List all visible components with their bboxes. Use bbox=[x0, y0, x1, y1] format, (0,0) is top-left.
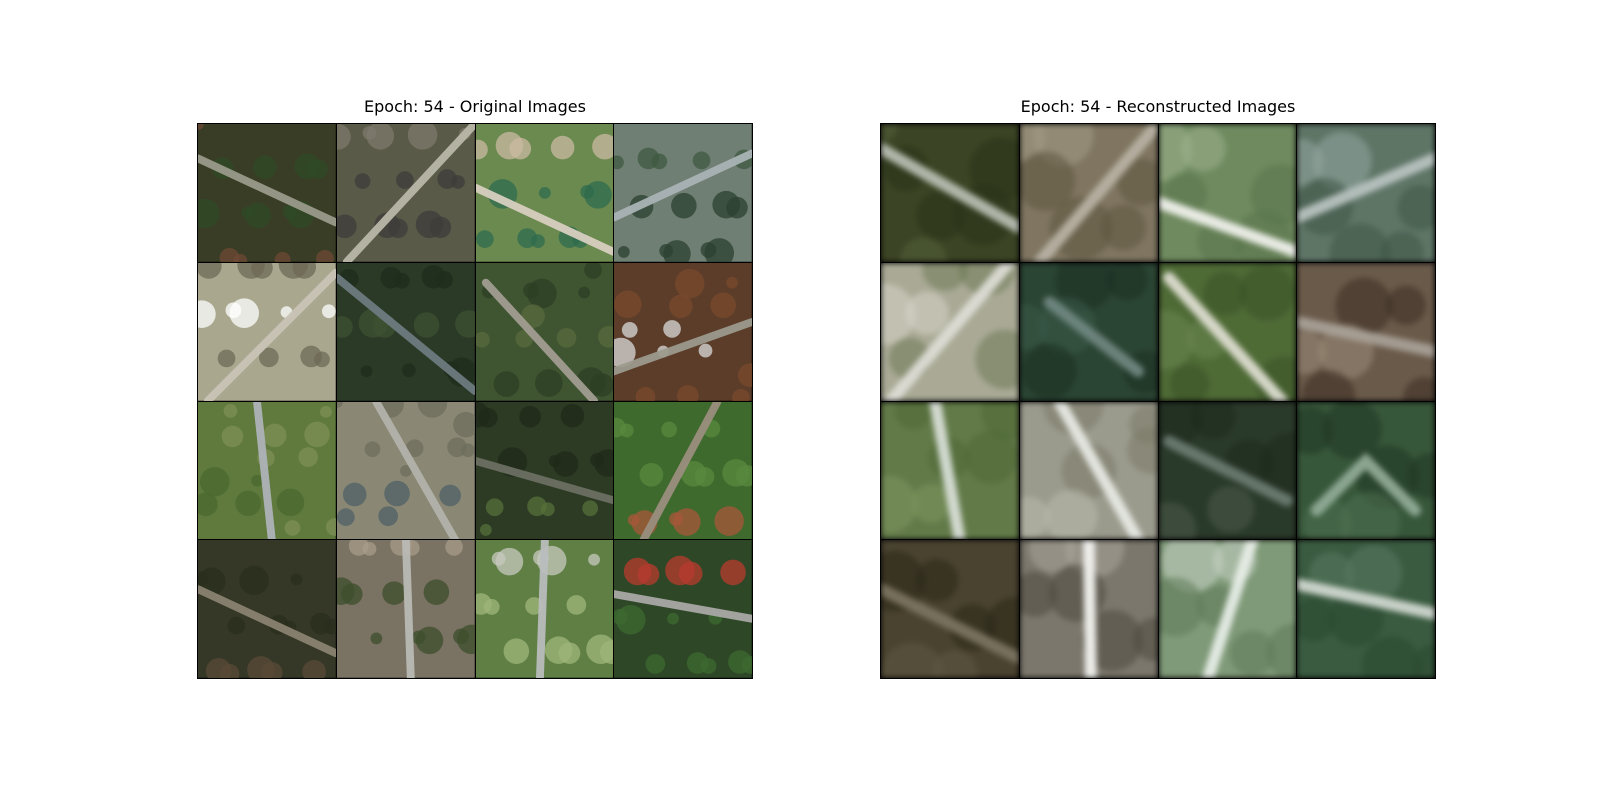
original-image-tile-6 bbox=[336, 262, 475, 401]
reconstructed-image-tile-9 bbox=[881, 401, 1019, 540]
original-image-tile-11 bbox=[475, 401, 614, 540]
reconstructed-image-tile-13 bbox=[881, 540, 1019, 678]
original-image-tile-2 bbox=[336, 124, 475, 262]
original-image-tile-12 bbox=[614, 401, 752, 540]
original-image-tile-5 bbox=[198, 262, 336, 401]
original-image-tile-3 bbox=[475, 124, 614, 262]
reconstructed-panel-title: Epoch: 54 - Reconstructed Images bbox=[1020, 97, 1296, 116]
reconstructed-image-tile-11 bbox=[1158, 401, 1297, 540]
reconstructed-image-tile-2 bbox=[1019, 124, 1158, 262]
original-image-tile-9 bbox=[198, 401, 336, 540]
original-image-tile-15 bbox=[475, 540, 614, 678]
original-image-tile-16 bbox=[614, 540, 752, 678]
original-panel-title: Epoch: 54 - Original Images bbox=[364, 97, 586, 116]
reconstructed-image-tile-16 bbox=[1297, 540, 1435, 678]
reconstructed-image-tile-5 bbox=[881, 262, 1019, 401]
original-image-tile-10 bbox=[336, 401, 475, 540]
reconstructed-images-grid bbox=[880, 123, 1436, 679]
original-image-tile-7 bbox=[475, 262, 614, 401]
reconstructed-image-tile-6 bbox=[1019, 262, 1158, 401]
reconstructed-image-tile-7 bbox=[1158, 262, 1297, 401]
original-image-tile-14 bbox=[336, 540, 475, 678]
reconstructed-image-tile-12 bbox=[1297, 401, 1435, 540]
reconstructed-image-tile-15 bbox=[1158, 540, 1297, 678]
reconstructed-image-tile-3 bbox=[1158, 124, 1297, 262]
reconstructed-image-tile-14 bbox=[1019, 540, 1158, 678]
reconstructed-image-tile-4 bbox=[1297, 124, 1435, 262]
figure: Epoch: 54 - Original Images Epoch: 54 - … bbox=[0, 0, 1600, 800]
original-image-tile-8 bbox=[614, 262, 752, 401]
original-image-tile-1 bbox=[198, 124, 336, 262]
original-image-tile-13 bbox=[198, 540, 336, 678]
reconstructed-image-tile-1 bbox=[881, 124, 1019, 262]
reconstructed-image-tile-10 bbox=[1019, 401, 1158, 540]
reconstructed-image-tile-8 bbox=[1297, 262, 1435, 401]
original-image-tile-4 bbox=[614, 124, 752, 262]
original-images-grid bbox=[197, 123, 753, 679]
